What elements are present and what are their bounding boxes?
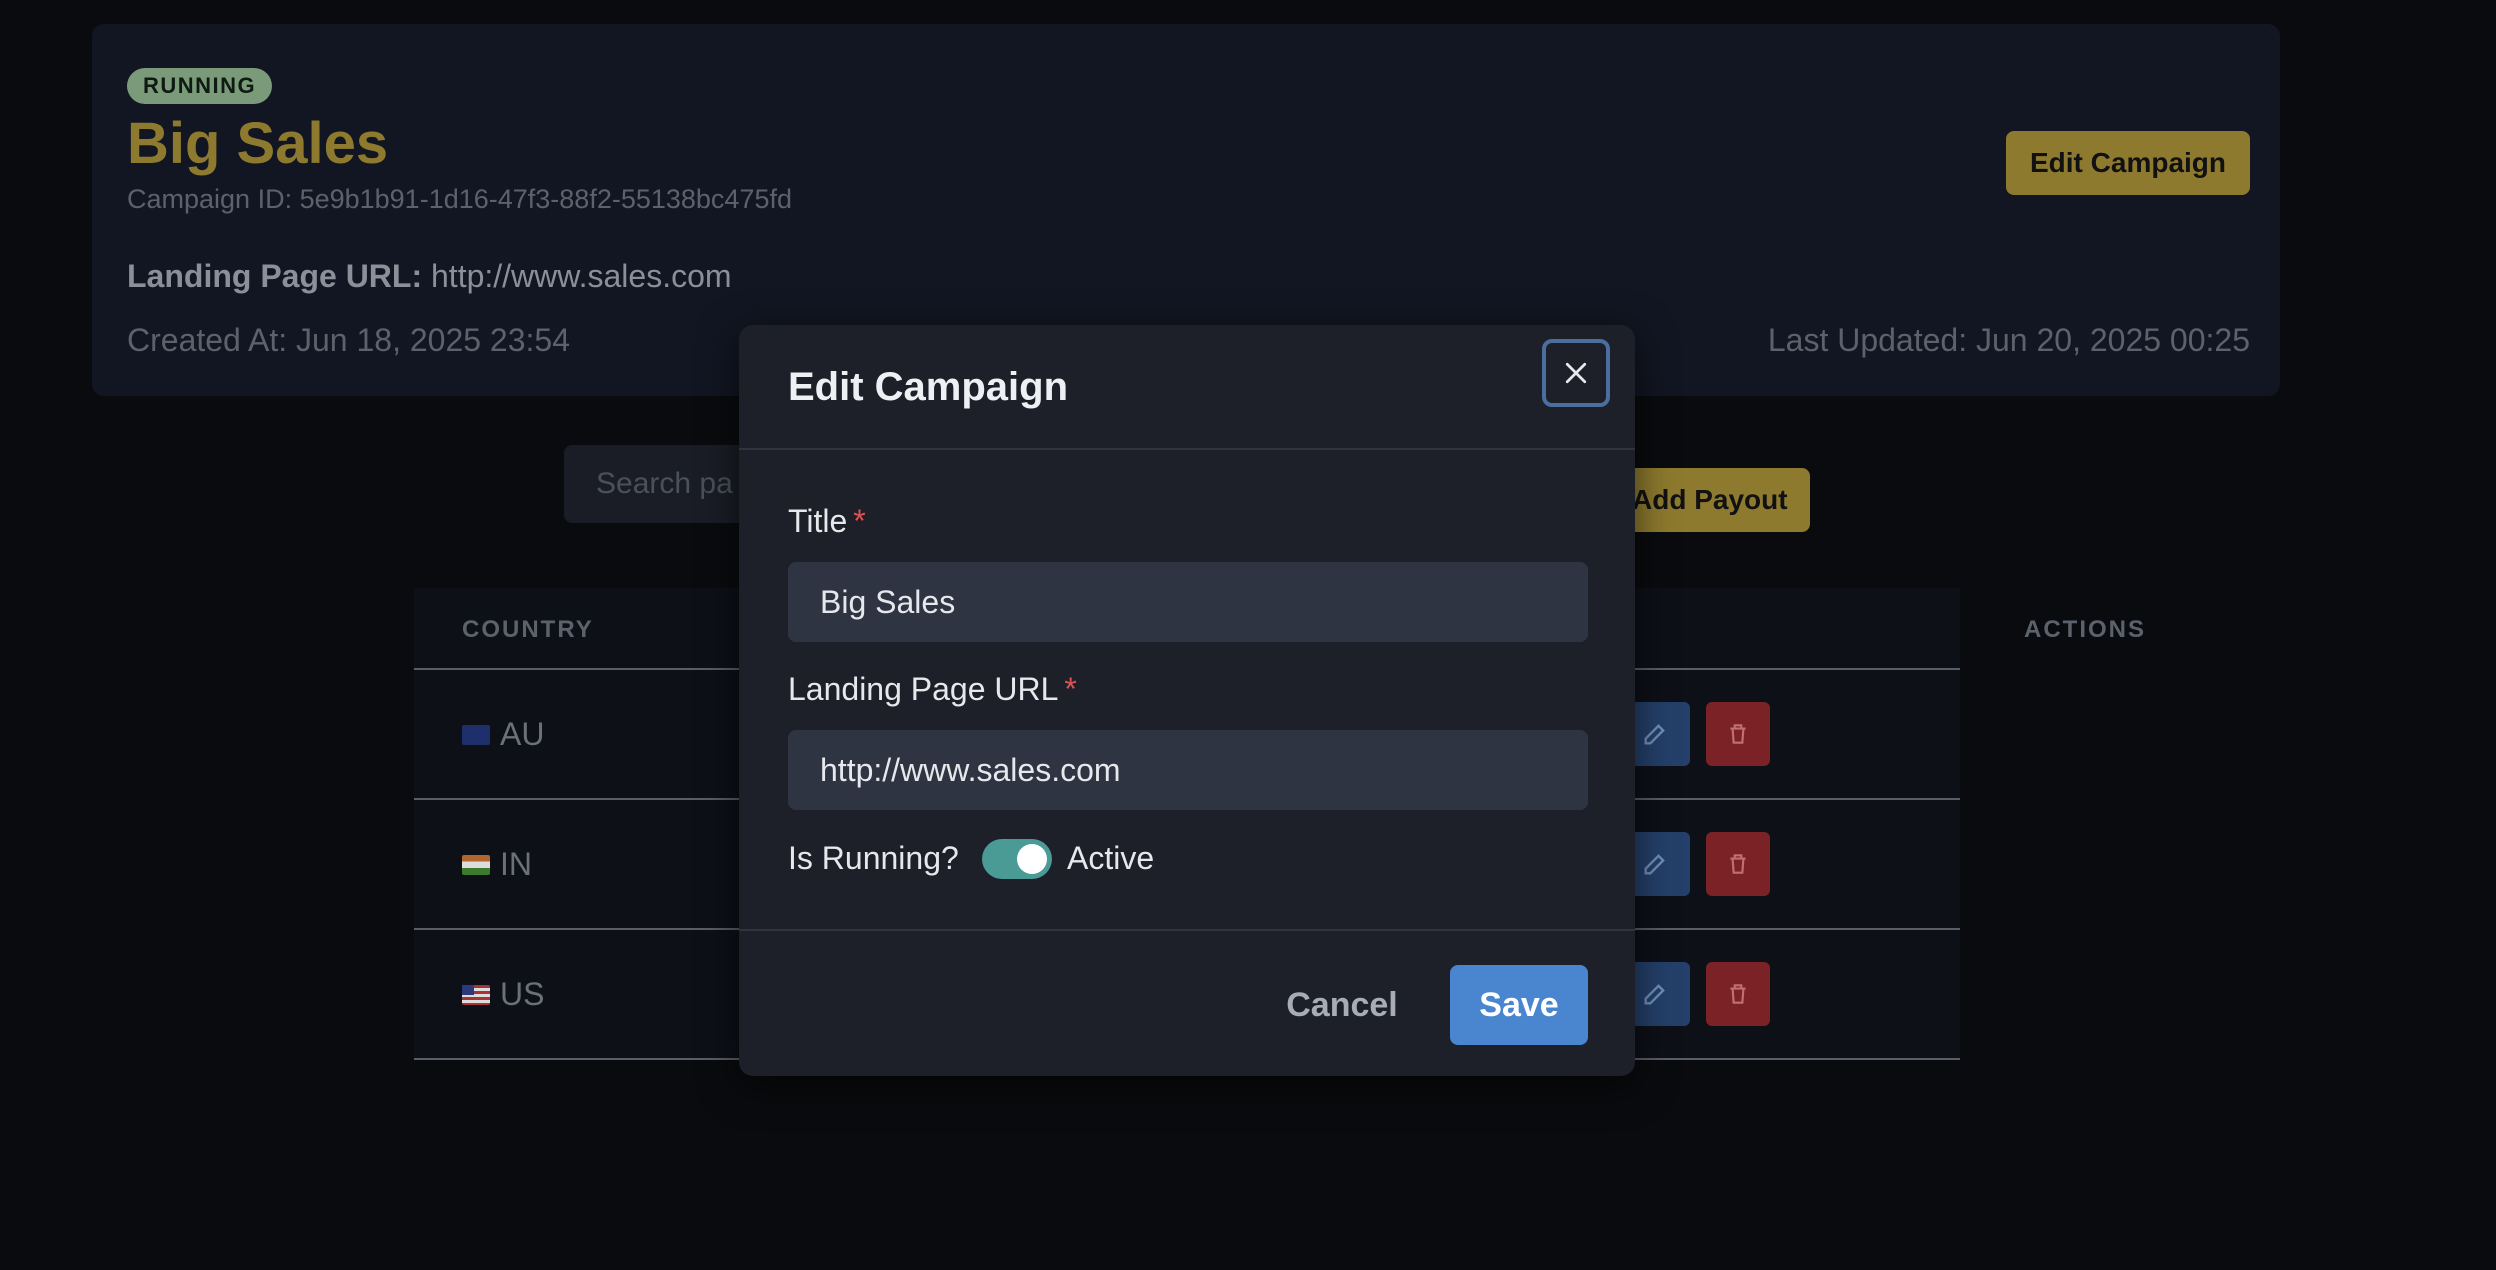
table-row: AU [462,716,544,753]
country-code: US [500,976,545,1012]
divider [739,929,1635,931]
pencil-icon [1644,724,1665,745]
trash-icon [1730,724,1746,744]
url-label-text: Landing Page URL [788,671,1059,707]
landing-page-label: Landing Page URL: [127,258,423,294]
cancel-button[interactable]: Cancel [1257,965,1427,1045]
delete-payout-button[interactable] [1706,832,1770,896]
trash-icon [1730,854,1746,874]
pencil-icon [1644,854,1665,875]
close-icon [1565,362,1587,384]
landing-page-url: http://www.sales.com [431,258,732,294]
title-label-text: Title [788,503,848,539]
title-field-label: Title * [788,503,866,540]
required-mark: * [1064,671,1077,707]
au-flag-icon [462,724,490,745]
edit-campaign-button[interactable]: Edit Campaign [2005,131,2250,195]
status-badge: RUNNING [127,68,273,104]
save-button[interactable]: Save [1450,965,1588,1045]
delete-payout-button[interactable] [1706,702,1770,766]
landing-page-info: Landing Page URL: http://www.sales.com [127,258,732,295]
trash-icon [1730,984,1746,1004]
in-flag-icon [462,854,490,875]
required-mark: * [853,503,866,539]
campaign-id: Campaign ID: 5e9b1b91-1d16-47f3-88f2-551… [127,184,792,214]
url-field-label: Landing Page URL * [788,671,1077,708]
close-button[interactable] [1542,339,1610,407]
edit-campaign-modal: Edit Campaign Title* Landing Page URL* I… [739,325,1635,1076]
is-running-label: Is Running? [788,840,959,876]
table-row: IN [462,846,532,883]
modal-title: Edit Campaign [788,365,1069,409]
landing-url-input[interactable] [788,730,1588,810]
country-code: AU [500,716,545,752]
column-header-country: COUNTRY [462,616,594,643]
last-updated: Last Updated: Jun 20, 2025 00:25 [1767,322,2250,358]
table-row: US [462,976,544,1013]
country-code: IN [500,846,532,882]
divider [739,448,1635,450]
column-header-actions: ACTIONS [2024,616,2146,643]
created-at: Created At: Jun 18, 2025 23:54 [127,322,570,358]
pencil-icon [1644,984,1665,1005]
title-input[interactable] [788,562,1588,642]
us-flag-icon [462,984,490,1005]
is-running-toggle[interactable] [982,839,1052,879]
campaign-title: Big Sales [127,111,389,176]
toggle-state-label: Active [1067,840,1155,876]
delete-payout-button[interactable] [1706,962,1770,1026]
toggle-knob [1017,844,1047,874]
